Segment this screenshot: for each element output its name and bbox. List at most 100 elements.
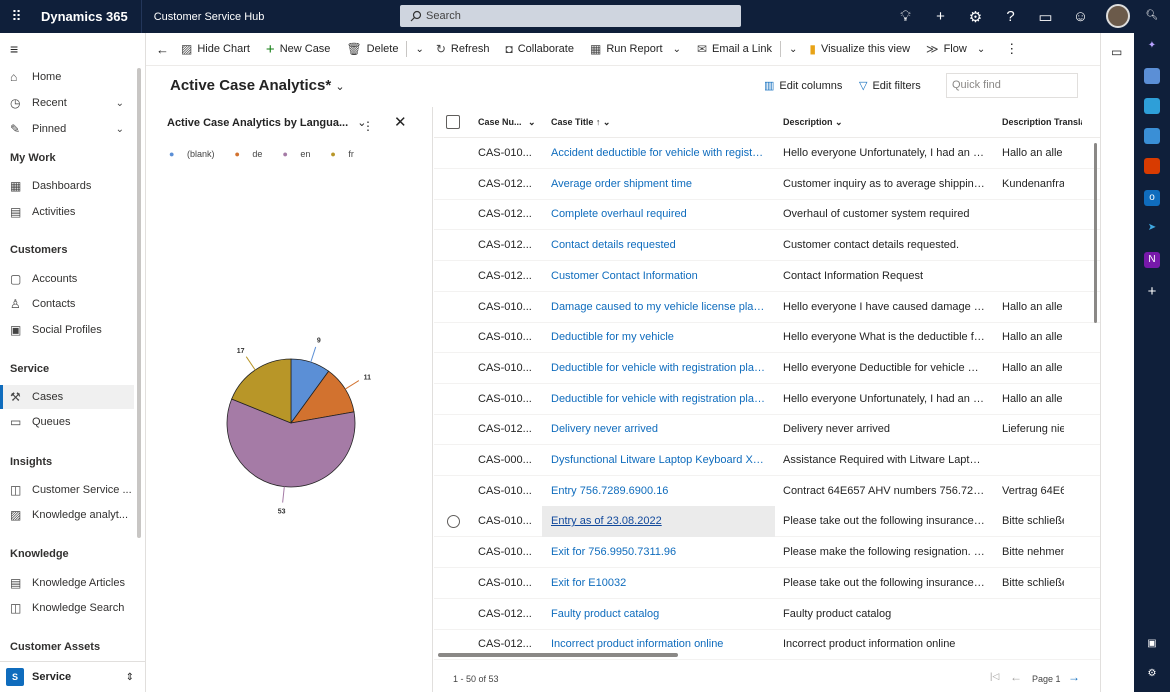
outlook-icon[interactable]: o — [1144, 190, 1160, 206]
office-icon[interactable] — [1144, 158, 1160, 174]
collaborate-button[interactable]: ◘ Collaborate — [505, 42, 574, 56]
legend-item[interactable]: ● (blank) — [169, 149, 224, 159]
case-title-link[interactable]: Exit for 756.9950.7311.96 — [551, 546, 766, 558]
first-page-icon[interactable]: |◁ — [990, 671, 999, 682]
table-row[interactable]: CAS-012... Complete overhaul required Over… — [434, 199, 1100, 231]
legend-item[interactable]: ● en — [282, 149, 320, 159]
nav-cases[interactable]: ⚒ Cases — [0, 385, 134, 409]
avatar[interactable] — [1106, 4, 1130, 28]
grid-vertical-scrollbar[interactable] — [1094, 143, 1097, 323]
table-row[interactable]: CAS-010... Entry 756.7289.6900.16 Contract… — [434, 476, 1100, 507]
legend-item[interactable]: ● fr — [330, 149, 363, 159]
nav-recent[interactable]: ◷ Recent ⌄ — [0, 91, 134, 115]
table-row[interactable]: CAS-010... Deductible for my vehicle Hello… — [434, 322, 1100, 354]
app-launcher-icon[interactable]: ⠿ — [0, 0, 33, 33]
email-link-button[interactable]: ✉ Email a Link — [697, 42, 772, 56]
plus-icon[interactable]: + — [923, 8, 958, 25]
case-title-link[interactable]: Incorrect product information online — [551, 638, 766, 650]
nav-contacts[interactable]: ♙ Contacts — [0, 292, 134, 316]
table-row[interactable]: CAS-000... Dysfunctional Litware Laptop K… — [434, 445, 1100, 476]
table-row[interactable]: CAS-012... Customer Contact Information Co… — [434, 261, 1100, 292]
nav-home[interactable]: ⌂ Home — [0, 65, 134, 89]
legend-item[interactable]: ● de — [234, 149, 272, 159]
case-title-link[interactable]: Accident deductible for vehicle with reg… — [551, 147, 766, 159]
table-row[interactable]: CAS-012... Faulty product catalog Faulty p… — [434, 599, 1100, 630]
send-icon[interactable]: ➤ — [1144, 220, 1160, 236]
previous-page-icon[interactable]: ← — [1010, 670, 1022, 684]
case-title-link[interactable]: Deductible for my vehicle — [551, 331, 766, 343]
case-title-link[interactable]: Damage caused to my vehicle license plat… — [551, 301, 766, 313]
nav-dashboards[interactable]: ▦ Dashboards — [0, 174, 134, 198]
hamburger-icon[interactable]: ≡ — [10, 41, 18, 57]
case-title-link[interactable]: Deductible for vehicle with registration… — [551, 362, 766, 374]
case-title-link[interactable]: Delivery never arrived — [551, 423, 766, 435]
settings-icon[interactable]: ⚙ — [1144, 666, 1160, 682]
table-row[interactable]: CAS-010... Exit for 756.9950.7311.96 Pleas… — [434, 537, 1100, 569]
delete-button[interactable]: 🗑︎ Delete — [346, 42, 398, 56]
tag-icon[interactable] — [1144, 68, 1160, 84]
chart-title[interactable]: Active Case Analytics by Langua... ⌄ — [167, 116, 366, 129]
table-row[interactable]: CAS-012... Average order shipment time Cus… — [434, 169, 1100, 200]
nav-scrollbar[interactable] — [137, 68, 141, 538]
table-row[interactable]: CAS-010... Exit for E10032 Please take out… — [434, 568, 1100, 599]
nav-social-profiles[interactable]: ▣ Social Profiles — [0, 318, 134, 342]
chevron-down-icon[interactable]: ⌄ — [673, 44, 681, 55]
column-header-description[interactable]: Description ⌄ — [783, 117, 843, 128]
quick-find-input[interactable]: Quick find — [946, 73, 1078, 98]
nav-knowledge-search[interactable]: ◫ Knowledge Search — [0, 596, 134, 620]
copilot-icon[interactable]: ✦ — [1144, 38, 1160, 54]
smiley-icon[interactable]: ☺ — [1063, 8, 1098, 25]
table-row[interactable]: CAS-010... Accident deductible for vehicl… — [434, 138, 1100, 169]
search-icon[interactable]: 🔍︎ — [1144, 8, 1160, 24]
flow-button[interactable]: ≫ Flow ⌄ — [926, 42, 985, 56]
brand-title[interactable]: Dynamics 365 — [41, 9, 128, 24]
search-box[interactable]: Search — [400, 5, 741, 27]
chevron-down-icon[interactable]: ⌄ — [789, 44, 797, 55]
case-title-link[interactable]: Complete overhaul required — [551, 208, 766, 220]
case-title-link[interactable]: Faulty product catalog — [551, 608, 766, 620]
chevron-down-icon[interactable]: ⌄ — [977, 44, 985, 55]
back-arrow-icon[interactable]: ← — [156, 42, 169, 57]
table-row[interactable]: CAS-010... Damage caused to my vehicle li… — [434, 292, 1100, 323]
case-title-link[interactable]: Dysfunctional Litware Laptop Keyboard X1… — [551, 454, 766, 466]
nav-knowledge-analytics[interactable]: ▨ Knowledge analyt... — [0, 503, 134, 527]
case-title-link[interactable]: Entry 756.7289.6900.16 — [551, 485, 766, 497]
view-selector[interactable]: Active Case Analytics* ⌄ — [170, 77, 345, 94]
case-title-link[interactable]: Entry as of 23.08.2022 — [551, 515, 766, 527]
nav-activities[interactable]: ▤ Activities — [0, 200, 134, 224]
hide-chart-button[interactable]: ▨ Hide Chart — [181, 42, 250, 56]
help-icon[interactable]: ? — [993, 8, 1028, 25]
table-row[interactable]: CAS-010... Deductible for vehicle with re… — [434, 353, 1100, 384]
case-title-link[interactable]: Deductible for vehicle with registration… — [551, 393, 766, 405]
new-case-button[interactable]: + New Case — [266, 41, 331, 58]
more-icon[interactable]: ⋮ — [1005, 41, 1018, 57]
gear-icon[interactable]: ⚙ — [958, 8, 993, 26]
chat-icon[interactable]: ▭ — [1111, 45, 1122, 59]
onenote-icon[interactable]: N — [1144, 252, 1160, 268]
app-name[interactable]: Customer Service Hub — [154, 11, 265, 23]
chevron-down-icon[interactable]: ⌄ — [116, 124, 124, 135]
run-report-button[interactable]: ▦ Run Report ⌄ — [590, 42, 681, 56]
more-icon[interactable]: ⋮ — [362, 119, 374, 133]
chevron-down-icon[interactable]: ⌄ — [415, 44, 423, 55]
people-icon[interactable] — [1144, 128, 1160, 144]
lightbulb-icon[interactable]: 💡︎ — [888, 8, 923, 25]
case-title-link[interactable]: Exit for E10032 — [551, 577, 766, 589]
case-title-link[interactable]: Customer Contact Information — [551, 270, 766, 282]
add-app-icon[interactable]: + — [1144, 284, 1160, 300]
chat-icon[interactable]: ▭ — [1028, 8, 1063, 26]
row-select-radio[interactable] — [447, 515, 460, 529]
nav-customer-service-insights[interactable]: ◫ Customer Service ... — [0, 478, 134, 502]
nav-queues[interactable]: ▭ Queues — [0, 410, 134, 434]
visualize-button[interactable]: ▮ Visualize this view — [809, 42, 910, 56]
table-row[interactable]: CAS-010... Deductible for vehicle with re… — [434, 384, 1100, 415]
edit-columns-button[interactable]: ▥ Edit columns — [764, 79, 842, 93]
next-page-icon[interactable]: → — [1068, 670, 1080, 684]
panel-icon[interactable]: ▣ — [1144, 636, 1160, 652]
refresh-button[interactable]: ↻ Refresh — [436, 42, 490, 56]
column-header-case-number[interactable]: Case Nu... ⌄ — [478, 117, 536, 128]
edit-filters-button[interactable]: ▽ Edit filters — [859, 79, 921, 93]
close-icon[interactable]: ✕ — [394, 113, 407, 131]
grid-horizontal-scrollbar[interactable] — [438, 653, 678, 657]
column-header-case-title[interactable]: Case Title ↑ ⌄ — [551, 117, 610, 128]
